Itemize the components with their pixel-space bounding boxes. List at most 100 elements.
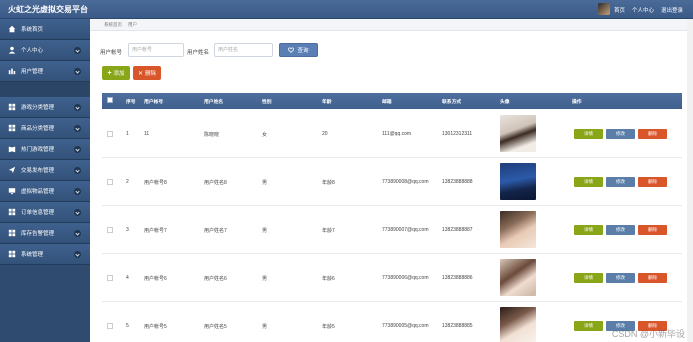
sidebar-item-label: 库存告警管理 bbox=[21, 231, 55, 237]
grid-icon bbox=[8, 208, 16, 216]
top-bar: 火虹之光虚拟交易平台 首页 个人中心 退出登录 bbox=[0, 0, 693, 19]
cell-phone: 13823888887 bbox=[442, 227, 473, 233]
search-name-input[interactable] bbox=[214, 43, 273, 57]
chevron-down-icon bbox=[74, 167, 81, 174]
sidebar-item-virtual-goods[interactable]: 虚拟物品管理 bbox=[0, 181, 90, 202]
breadcrumb: 系统首页 用户 bbox=[90, 19, 693, 31]
view-button[interactable]: 详情 bbox=[574, 129, 603, 139]
table-row: 3 用户帐号7 用户姓名7 男 年龄7 773890007@qq.com 138… bbox=[102, 206, 682, 254]
cell-name: 用户姓名8 bbox=[204, 180, 227, 186]
avatar-thumbnail[interactable] bbox=[500, 259, 536, 296]
view-button[interactable]: 详情 bbox=[574, 177, 603, 187]
sidebar-item-orders[interactable]: 订单信息管理 bbox=[0, 202, 90, 223]
sidebar-item-label: 个人中心 bbox=[21, 48, 44, 54]
sidebar-item-hot-games[interactable]: 热门游戏管理 bbox=[0, 139, 90, 160]
cell-index: 3 bbox=[126, 227, 129, 233]
view-button[interactable]: 详情 bbox=[574, 273, 603, 283]
table-row: 1 11 陈晓晓 女 20 111@qq.com 13012312311 详情 … bbox=[102, 110, 682, 158]
cell-name: 用户姓名7 bbox=[204, 228, 227, 234]
sidebar-item-game-category[interactable]: 游戏分类管理 bbox=[0, 97, 90, 118]
sidebar-item-system[interactable]: 系统管理 bbox=[0, 244, 90, 265]
sidebar-item-stock-alert[interactable]: 库存告警管理 bbox=[0, 223, 90, 244]
table-header: 序号 用户帐号 用户姓名 性别 年龄 邮箱 联系方式 头像 操作 bbox=[102, 93, 682, 109]
scrollbar[interactable] bbox=[687, 19, 693, 342]
row-checkbox[interactable] bbox=[107, 179, 113, 185]
column-header: 头像 bbox=[500, 100, 510, 105]
delete-button[interactable]: 删除 bbox=[638, 177, 667, 187]
sidebar-item-label: 系统首页 bbox=[21, 27, 44, 33]
sidebar-item-label: 商品分类管理 bbox=[21, 126, 55, 132]
heart-icon bbox=[288, 47, 295, 53]
watermark: CSDN @小新毕设 bbox=[611, 329, 685, 339]
cell-email: 773890005@qq.com bbox=[382, 323, 429, 329]
column-header: 年龄 bbox=[322, 100, 332, 105]
sidebar-item-label: 系统管理 bbox=[21, 252, 44, 258]
cell-name: 用户姓名5 bbox=[204, 324, 227, 330]
delete-button[interactable]: 删除 bbox=[638, 129, 667, 139]
cell-index: 5 bbox=[126, 323, 129, 329]
cell-phone: 13823888886 bbox=[442, 275, 473, 281]
row-checkbox[interactable] bbox=[107, 131, 113, 137]
sidebar-item-label: 用户管理 bbox=[21, 69, 44, 75]
sidebar-item-trade-publish[interactable]: 交易发布管理 bbox=[0, 160, 90, 181]
cell-gender: 女 bbox=[262, 132, 268, 138]
home-icon bbox=[8, 25, 16, 33]
search-account-label: 用户帐号 bbox=[100, 50, 123, 56]
cell-account: 用户帐号5 bbox=[144, 324, 167, 330]
sidebar-item-users[interactable]: 用户管理 bbox=[0, 61, 90, 82]
sidebar: 系统首页 个人中心 用户管理 用户 游戏分类管理 商品分类管理 热门游戏管理 交… bbox=[0, 19, 90, 342]
delete-button[interactable]: 删除 bbox=[638, 225, 667, 235]
delete-button[interactable]: 删除 bbox=[638, 273, 667, 283]
search-account-input[interactable] bbox=[128, 43, 184, 57]
column-header: 联系方式 bbox=[442, 100, 462, 105]
chevron-down-icon bbox=[74, 146, 81, 153]
top-link-profile[interactable]: 个人中心 bbox=[632, 6, 654, 14]
row-checkbox[interactable] bbox=[107, 275, 113, 281]
view-button[interactable]: 详情 bbox=[574, 225, 603, 235]
grid-icon bbox=[8, 229, 16, 237]
chevron-down-icon bbox=[74, 47, 81, 54]
add-button[interactable]: + 添加 bbox=[102, 66, 130, 80]
book-icon bbox=[8, 146, 16, 153]
edit-button[interactable]: 修改 bbox=[606, 273, 635, 283]
edit-button[interactable]: 修改 bbox=[606, 129, 635, 139]
row-checkbox[interactable] bbox=[107, 227, 113, 233]
grid-icon bbox=[8, 103, 16, 111]
cell-name: 用户姓名6 bbox=[204, 276, 227, 282]
batch-delete-button[interactable]: ✕ 删除 bbox=[133, 66, 161, 80]
cell-account: 用户帐号6 bbox=[144, 276, 167, 282]
top-link-home[interactable]: 首页 bbox=[614, 6, 625, 14]
sidebar-item-goods-category[interactable]: 商品分类管理 bbox=[0, 118, 90, 139]
top-link-logout[interactable]: 退出登录 bbox=[661, 6, 683, 14]
select-all-checkbox[interactable] bbox=[107, 97, 113, 103]
chevron-down-icon bbox=[74, 68, 81, 75]
cell-index: 4 bbox=[126, 275, 129, 281]
cell-email: 773890006@qq.com bbox=[382, 275, 429, 281]
table-row: 2 用户帐号8 用户姓名8 男 年龄8 773890008@qq.com 138… bbox=[102, 158, 682, 206]
chevron-down-icon bbox=[74, 104, 81, 111]
avatar-thumbnail[interactable] bbox=[500, 163, 536, 200]
cell-gender: 男 bbox=[262, 228, 268, 234]
breadcrumb-home[interactable]: 系统首页 bbox=[104, 22, 122, 28]
cell-age: 年龄6 bbox=[322, 276, 335, 282]
monitor-icon bbox=[8, 188, 16, 195]
avatar-thumbnail[interactable] bbox=[500, 307, 536, 342]
user-avatar[interactable] bbox=[598, 3, 610, 15]
close-icon: ✕ bbox=[137, 70, 143, 77]
sidebar-item-profile[interactable]: 个人中心 bbox=[0, 40, 90, 61]
chevron-down-icon bbox=[74, 251, 81, 258]
sidebar-item-home[interactable]: 系统首页 bbox=[0, 19, 90, 40]
view-button[interactable]: 详情 bbox=[574, 321, 603, 331]
search-button[interactable]: 查询 bbox=[279, 43, 318, 57]
sidebar-item-label: 热门游戏管理 bbox=[21, 147, 55, 153]
avatar-thumbnail[interactable] bbox=[500, 211, 536, 248]
cell-phone: 13012312311 bbox=[442, 131, 473, 137]
edit-button[interactable]: 修改 bbox=[606, 177, 635, 187]
add-button-label: 添加 bbox=[113, 71, 125, 77]
edit-button[interactable]: 修改 bbox=[606, 225, 635, 235]
avatar-thumbnail[interactable] bbox=[500, 115, 536, 152]
grid-icon bbox=[8, 250, 16, 258]
cell-gender: 男 bbox=[262, 324, 268, 330]
row-checkbox[interactable] bbox=[107, 323, 113, 329]
cell-name: 陈晓晓 bbox=[204, 132, 220, 138]
